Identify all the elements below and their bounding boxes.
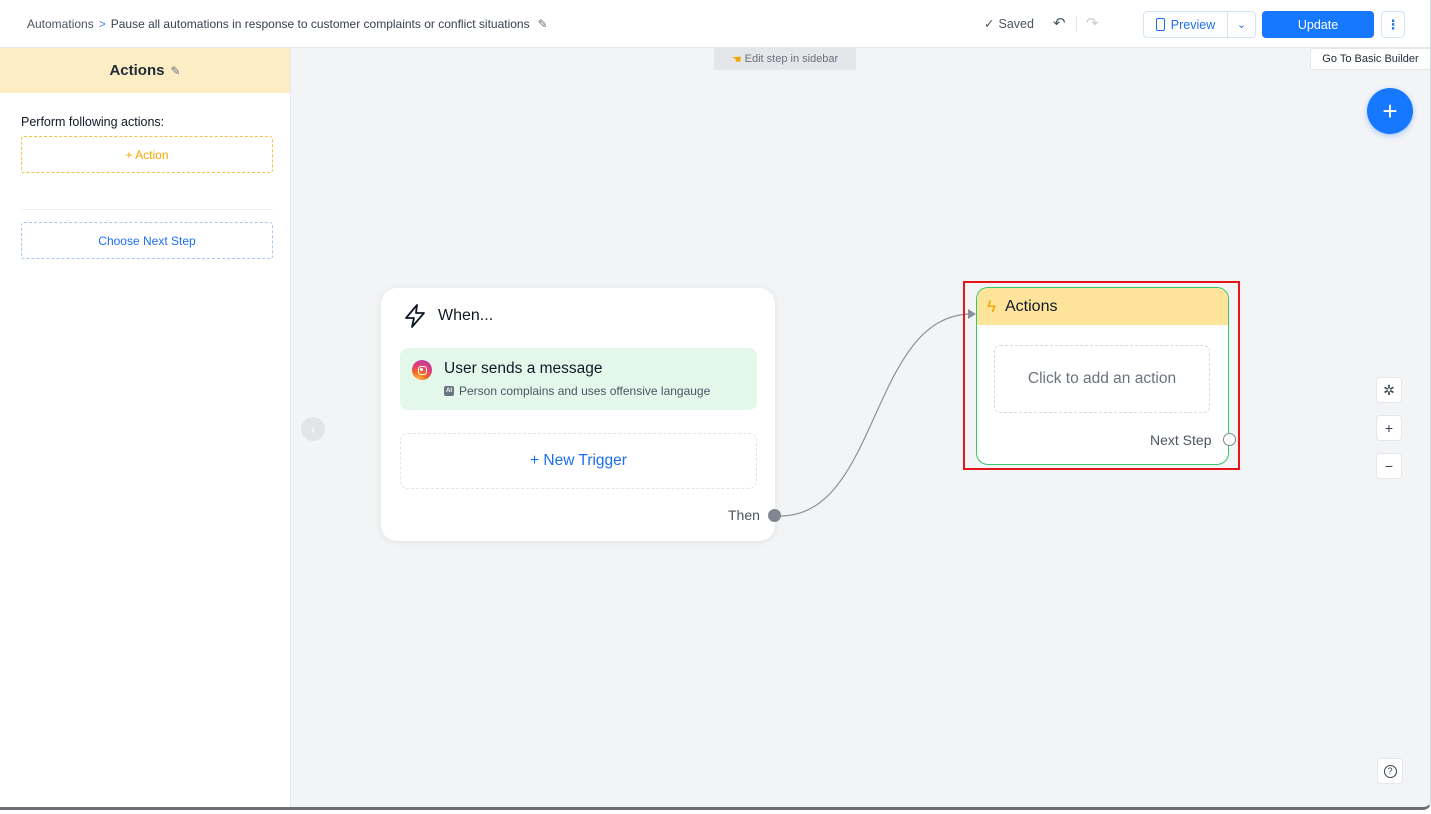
- zoom-out-minus-icon[interactable]: −: [1376, 453, 1402, 479]
- add-step-plus-icon[interactable]: +: [1367, 88, 1413, 134]
- undo-icon[interactable]: ↶: [1053, 14, 1066, 32]
- trigger-card[interactable]: User sends a message AI Person complains…: [400, 348, 757, 410]
- choose-next-step-button[interactable]: Choose Next Step: [21, 222, 273, 259]
- edit-step-hint: ☚ Edit step in sidebar: [714, 48, 856, 70]
- divider: [21, 209, 273, 210]
- connector-path: [779, 313, 973, 517]
- phone-icon: [1155, 18, 1165, 31]
- instagram-icon: [412, 360, 432, 380]
- collapse-sidebar-chevron-left-icon[interactable]: ‹: [301, 417, 325, 441]
- lightning-icon: [405, 304, 425, 328]
- magic-wand-icon[interactable]: ✲: [1376, 377, 1402, 403]
- trigger-condition-text: Person complains and uses offensive lang…: [459, 384, 711, 398]
- preview-button-label: Preview: [1170, 17, 1216, 32]
- redo-icon[interactable]: ↷: [1086, 14, 1099, 32]
- automation-title: Pause all automations in response to cus…: [110, 17, 530, 31]
- ai-badge: AI: [444, 386, 454, 396]
- actions-node[interactable]: ϟ Actions Click to add an action Next St…: [976, 287, 1229, 465]
- next-step-output-handle[interactable]: [1223, 433, 1236, 446]
- check-icon: ✓: [984, 17, 995, 31]
- actions-section-label: Perform following actions:: [21, 115, 165, 129]
- new-trigger-button[interactable]: + New Trigger: [400, 433, 757, 489]
- add-action-placeholder[interactable]: Click to add an action: [994, 345, 1210, 413]
- saved-status: ✓ Saved: [984, 16, 1034, 32]
- automation-builder: Automations > Pause all automations in r…: [0, 0, 1431, 810]
- when-node-header: When...: [404, 304, 493, 328]
- zoom-in-plus-icon[interactable]: +: [1376, 415, 1402, 441]
- saved-status-label: Saved: [998, 16, 1034, 31]
- help-icon: ?: [1383, 764, 1397, 778]
- when-node-title: When...: [438, 307, 494, 324]
- trigger-condition: AI Person complains and uses offensive l…: [444, 384, 710, 398]
- divider: [1076, 16, 1077, 32]
- help-button[interactable]: ?: [1377, 758, 1403, 784]
- sidebar-title: Actions: [109, 62, 165, 79]
- update-button[interactable]: Update: [1262, 11, 1374, 38]
- top-bar: Automations > Pause all automations in r…: [0, 0, 1430, 48]
- then-output-handle[interactable]: [768, 509, 781, 522]
- edit-step-hint-label: Edit step in sidebar: [744, 53, 839, 65]
- breadcrumb: Automations > Pause all automations in r…: [27, 17, 548, 31]
- preview-button-group: Preview ⌄: [1143, 11, 1256, 38]
- add-action-button[interactable]: + Action: [21, 136, 273, 173]
- actions-node-title: Actions: [1005, 297, 1058, 315]
- step-sidebar: Actions ✎ Perform following actions: + A…: [0, 48, 291, 807]
- breadcrumb-separator: >: [98, 17, 106, 31]
- pencil-icon[interactable]: ✎: [538, 17, 548, 31]
- trigger-title: User sends a message: [444, 360, 603, 377]
- more-vertical-icon[interactable]: ⋮: [1381, 11, 1405, 38]
- then-label: Then: [728, 507, 760, 523]
- breadcrumb-automations-link[interactable]: Automations: [27, 17, 94, 31]
- preview-dropdown-chevron-down-icon[interactable]: ⌄: [1228, 12, 1255, 37]
- when-trigger-node[interactable]: When... User sends a message AI Person c…: [381, 288, 781, 541]
- preview-button[interactable]: Preview: [1144, 12, 1228, 37]
- actions-node-header: ϟ Actions: [977, 288, 1228, 325]
- pencil-icon[interactable]: ✎: [170, 64, 180, 78]
- pointing-hand-icon: ☚: [731, 53, 742, 66]
- next-step-label: Next Step: [1150, 432, 1212, 448]
- lightning-icon: ϟ: [987, 296, 996, 316]
- go-to-basic-builder-button[interactable]: Go To Basic Builder: [1310, 48, 1430, 70]
- sidebar-header: Actions ✎: [0, 48, 290, 93]
